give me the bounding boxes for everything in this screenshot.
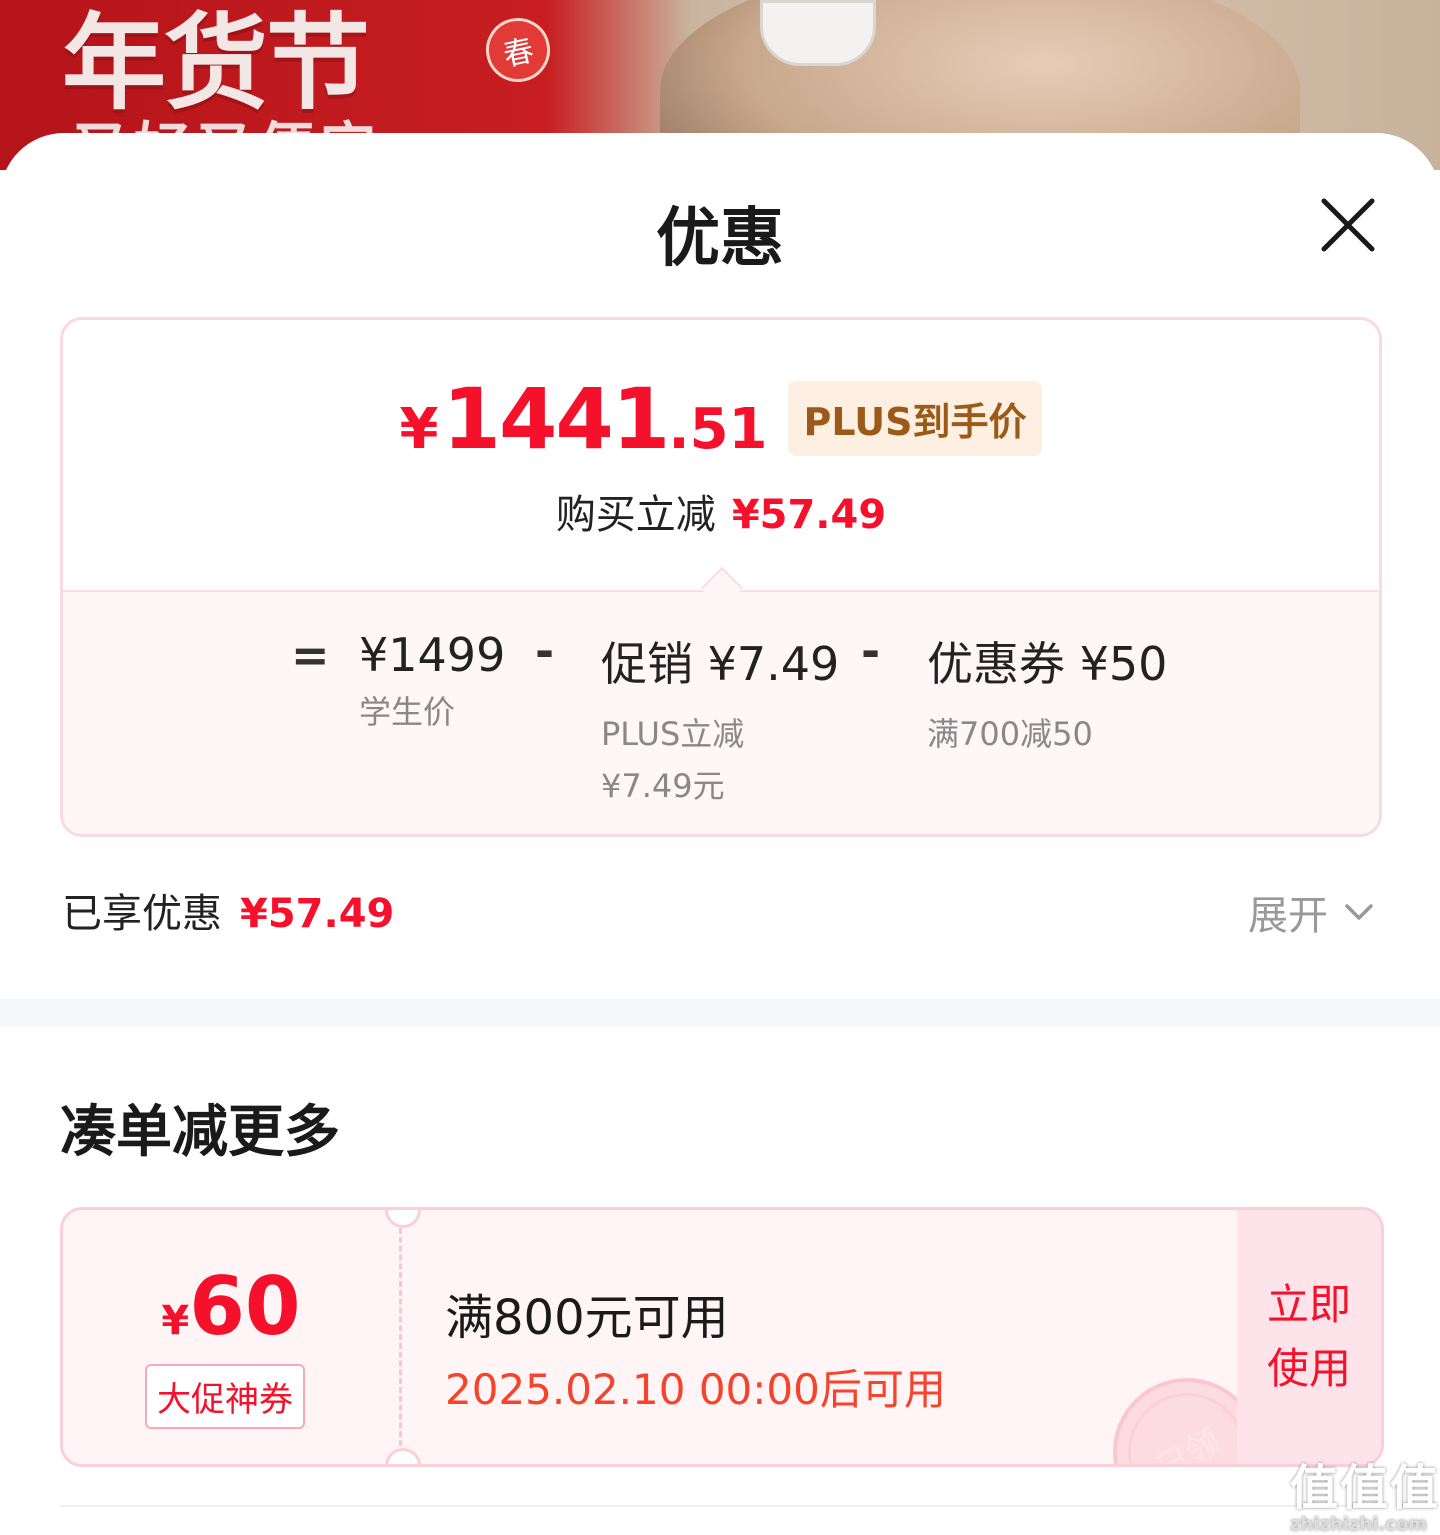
- equals-sign: =: [291, 628, 330, 682]
- promo-title: 促销 ¥7.49: [601, 637, 840, 691]
- price-integer: 1441: [442, 370, 671, 468]
- promo-sub-amount: ¥7.49元: [601, 767, 725, 805]
- enjoyed-label: 已享优惠: [62, 891, 222, 937]
- coupon-currency: ¥: [161, 1298, 190, 1344]
- final-price-row: ¥ 1441 .51 PLUS到手价: [63, 370, 1379, 468]
- chevron-down-icon: [1345, 904, 1373, 920]
- minus-sign-1: -: [535, 624, 555, 678]
- breakdown-coupon: 优惠券 ¥50 满700减50: [927, 628, 1167, 760]
- bottom-divider: [60, 1505, 1380, 1507]
- use-now-button[interactable]: 立即 使用: [1237, 1210, 1381, 1464]
- use-now-line1: 立即: [1266, 1280, 1351, 1329]
- banner-headphone-image: [760, 0, 876, 66]
- breakdown-promo: 促销 ¥7.49 PLUS立减 ¥7.49元: [601, 628, 839, 812]
- expand-button[interactable]: 展开: [1248, 883, 1376, 941]
- price-decimal: .51: [668, 397, 768, 462]
- promo-sub-label: PLUS立减: [601, 715, 745, 753]
- minus-sign-2: -: [861, 624, 881, 678]
- price-currency: ¥: [399, 397, 439, 462]
- breakdown-notch: [700, 566, 744, 610]
- coupon-value: 60: [189, 1260, 301, 1353]
- breakdown-base: ¥1499 学生价: [359, 628, 505, 738]
- price-card: ¥ 1441 .51 PLUS到手价 购买立减 ¥57.49 = ¥1499 学生…: [60, 317, 1382, 837]
- close-icon: [1321, 198, 1375, 252]
- use-now-line2: 使用: [1266, 1344, 1351, 1393]
- coupon-condition: 满800元可用: [445, 1290, 729, 1346]
- coupon-perforation: [399, 1228, 402, 1446]
- base-amount: ¥1499: [359, 628, 506, 682]
- coupon-value-area: ¥60 大促神券: [63, 1210, 399, 1464]
- watermark-url: zhizhizhi.com: [1290, 1514, 1428, 1535]
- plus-price-badge: PLUS到手价: [787, 381, 1043, 456]
- coupon-amount: ¥60: [63, 1260, 399, 1353]
- discount-sheet: 优惠 ¥ 1441 .51 PLUS到手价 购买立减 ¥57.49 = ¥1499…: [0, 133, 1440, 1533]
- saving-line: 购买立减 ¥57.49: [63, 482, 1379, 540]
- enjoyed-amount: ¥57.49: [240, 891, 395, 937]
- expand-label: 展开: [1248, 893, 1328, 939]
- section-divider: [0, 999, 1440, 1027]
- watermark-logo: 值值值: [1290, 1460, 1440, 1516]
- close-button[interactable]: [1312, 189, 1384, 261]
- saving-label: 购买立减: [555, 492, 716, 538]
- coupon-discount-title: 优惠券 ¥50: [927, 637, 1168, 691]
- enjoyed-discount: 已享优惠 ¥57.49: [62, 881, 394, 939]
- section-title: 凑单减更多: [60, 1100, 340, 1165]
- site-watermark: 值值值 zhizhizhi.com: [1290, 1448, 1440, 1535]
- coupon-discount-rule: 满700减50: [927, 715, 1093, 753]
- coupon-valid-time: 2025.02.10 00:00后可用: [445, 1365, 946, 1414]
- final-price: ¥ 1441 .51: [400, 370, 768, 468]
- price-breakdown: = ¥1499 学生价 - 促销 ¥7.49 PLUS立减 ¥7.49元 - 优…: [63, 566, 1379, 834]
- coupon-type-tag: 大促神券: [145, 1364, 305, 1429]
- coupon-card: ¥60 大促神券 满800元可用 2025.02.10 00:00后可用 已领 …: [60, 1207, 1384, 1467]
- base-label: 学生价: [359, 693, 456, 731]
- saving-amount: ¥57.49: [731, 492, 887, 538]
- banner-badge: 春: [480, 12, 556, 88]
- sheet-title: 优惠: [656, 202, 784, 276]
